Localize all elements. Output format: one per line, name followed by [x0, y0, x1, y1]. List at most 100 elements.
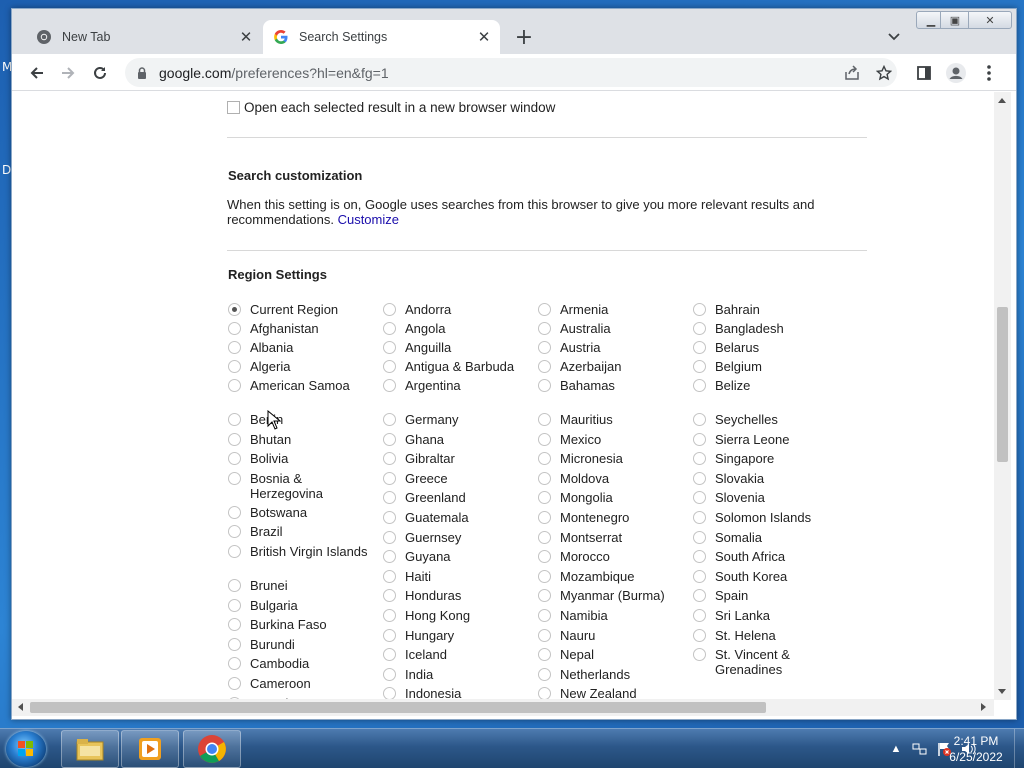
region-option[interactable]: Bangladesh: [693, 321, 835, 336]
region-radio[interactable]: [383, 322, 396, 335]
region-radio[interactable]: [693, 609, 706, 622]
region-option[interactable]: Iceland: [383, 647, 525, 662]
maximize-button[interactable]: ▣: [940, 11, 970, 29]
region-option[interactable]: Greece: [383, 471, 525, 486]
region-option[interactable]: Myanmar (Burma): [538, 588, 680, 603]
region-option[interactable]: Sierra Leone: [693, 432, 835, 447]
region-radio[interactable]: [228, 432, 241, 446]
region-option[interactable]: Burkina Faso: [228, 617, 370, 632]
region-radio[interactable]: [383, 648, 396, 662]
region-option[interactable]: Netherlands: [538, 667, 680, 682]
region-radio[interactable]: [693, 648, 706, 662]
region-option[interactable]: Germany: [383, 412, 525, 427]
region-option[interactable]: Nauru: [538, 628, 680, 643]
region-option[interactable]: Botswana: [228, 505, 370, 520]
region-option[interactable]: Gibraltar: [383, 451, 525, 466]
region-option[interactable]: Cambodia: [228, 656, 370, 671]
region-radio[interactable]: [228, 413, 241, 426]
region-radio[interactable]: [228, 360, 241, 373]
region-radio[interactable]: [538, 589, 551, 603]
region-option[interactable]: Ghana: [383, 432, 525, 447]
region-radio[interactable]: [228, 452, 241, 466]
region-option[interactable]: Guyana: [383, 549, 525, 564]
region-radio[interactable]: [693, 341, 706, 354]
region-radio[interactable]: [693, 413, 706, 426]
region-option[interactable]: Namibia: [538, 608, 680, 623]
system-clock[interactable]: 2:41 PM 6/25/2022: [940, 733, 1012, 765]
start-button[interactable]: [6, 731, 46, 767]
region-radio[interactable]: [693, 589, 706, 603]
bookmark-star-icon[interactable]: [871, 60, 897, 86]
region-radio[interactable]: [538, 379, 551, 392]
region-radio[interactable]: [383, 360, 396, 373]
region-option[interactable]: Montenegro: [538, 510, 680, 525]
customize-link[interactable]: Customize: [338, 212, 399, 227]
show-desktop-button[interactable]: [1014, 729, 1024, 768]
region-radio[interactable]: [383, 628, 396, 642]
region-radio[interactable]: [693, 432, 706, 446]
region-radio[interactable]: [538, 413, 551, 426]
region-option[interactable]: Slovakia: [693, 471, 835, 486]
region-option[interactable]: Micronesia: [538, 451, 680, 466]
region-radio[interactable]: [383, 379, 396, 392]
region-radio[interactable]: [383, 471, 396, 485]
region-option[interactable]: Bahrain: [693, 302, 835, 317]
region-radio[interactable]: [228, 677, 241, 690]
region-radio[interactable]: [383, 609, 396, 622]
region-option[interactable]: Belize: [693, 378, 835, 393]
region-option[interactable]: Anguilla: [383, 340, 525, 355]
region-radio[interactable]: [383, 530, 396, 544]
show-hidden-icons-chevron-icon[interactable]: ▲: [888, 741, 904, 757]
region-option[interactable]: Burundi: [228, 637, 370, 652]
region-radio[interactable]: [383, 341, 396, 354]
region-option[interactable]: Brazil: [228, 524, 370, 539]
region-option[interactable]: Spain: [693, 588, 835, 603]
region-radio[interactable]: [228, 598, 241, 612]
region-radio[interactable]: [538, 360, 551, 373]
region-radio[interactable]: [228, 637, 241, 651]
region-option[interactable]: Solomon Islands: [693, 510, 835, 525]
region-radio[interactable]: [538, 667, 551, 681]
region-option[interactable]: Indonesia: [383, 686, 525, 700]
region-option[interactable]: Armenia: [538, 302, 680, 317]
region-option[interactable]: Sri Lanka: [693, 608, 835, 623]
tab-search-settings[interactable]: Search Settings ✕: [263, 20, 500, 54]
region-option[interactable]: Benin: [228, 412, 370, 427]
region-radio[interactable]: [383, 550, 396, 564]
region-option[interactable]: India: [383, 667, 525, 682]
region-option[interactable]: Nepal: [538, 647, 680, 662]
region-option[interactable]: Somalia: [693, 530, 835, 545]
region-option[interactable]: British Virgin Islands: [228, 544, 370, 559]
region-option[interactable]: American Samoa: [228, 378, 370, 393]
region-option[interactable]: Albania: [228, 340, 370, 355]
region-radio[interactable]: [693, 491, 706, 505]
region-radio[interactable]: [383, 667, 396, 681]
region-radio[interactable]: [228, 505, 241, 519]
close-tab-icon[interactable]: ✕: [236, 27, 256, 47]
region-radio[interactable]: [693, 511, 706, 524]
region-radio[interactable]: [693, 322, 706, 335]
region-option[interactable]: New Zealand: [538, 686, 680, 700]
region-option[interactable]: Greenland: [383, 490, 525, 505]
region-radio[interactable]: [228, 579, 241, 592]
region-option[interactable]: Mozambique: [538, 569, 680, 584]
file-explorer-icon[interactable]: [61, 730, 119, 768]
lock-icon[interactable]: [135, 66, 149, 80]
region-radio[interactable]: [383, 452, 396, 466]
region-radio[interactable]: [383, 413, 396, 426]
region-radio[interactable]: [538, 530, 551, 544]
horizontal-scrollbar[interactable]: [12, 699, 994, 716]
region-option[interactable]: St. Vincent & Grenadines: [693, 647, 835, 677]
new-window-option[interactable]: Open each selected result in a new brows…: [227, 100, 555, 115]
region-radio[interactable]: [383, 589, 396, 603]
region-radio[interactable]: [383, 491, 396, 505]
region-option[interactable]: Guernsey: [383, 530, 525, 545]
scroll-down-arrow-icon[interactable]: [998, 689, 1006, 694]
region-radio[interactable]: [538, 322, 551, 335]
region-radio[interactable]: [538, 609, 551, 622]
region-radio[interactable]: [693, 530, 706, 544]
close-tab-icon[interactable]: ✕: [474, 27, 494, 47]
region-radio[interactable]: [228, 545, 241, 558]
region-radio[interactable]: [228, 657, 241, 671]
region-radio[interactable]: [383, 432, 396, 446]
